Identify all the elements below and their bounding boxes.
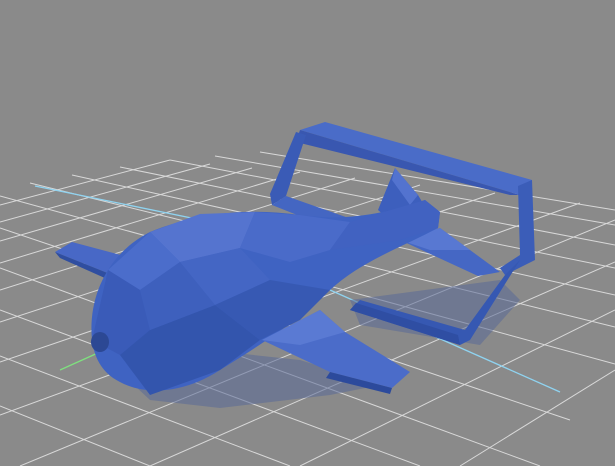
y-axis-line (59, 351, 101, 371)
viewport-canvas[interactable] (0, 0, 615, 466)
tail-frame-left-post (270, 132, 306, 205)
airplane-model[interactable] (55, 122, 535, 395)
perspective-viewport[interactable] (0, 0, 615, 466)
nose-tip (91, 332, 109, 352)
